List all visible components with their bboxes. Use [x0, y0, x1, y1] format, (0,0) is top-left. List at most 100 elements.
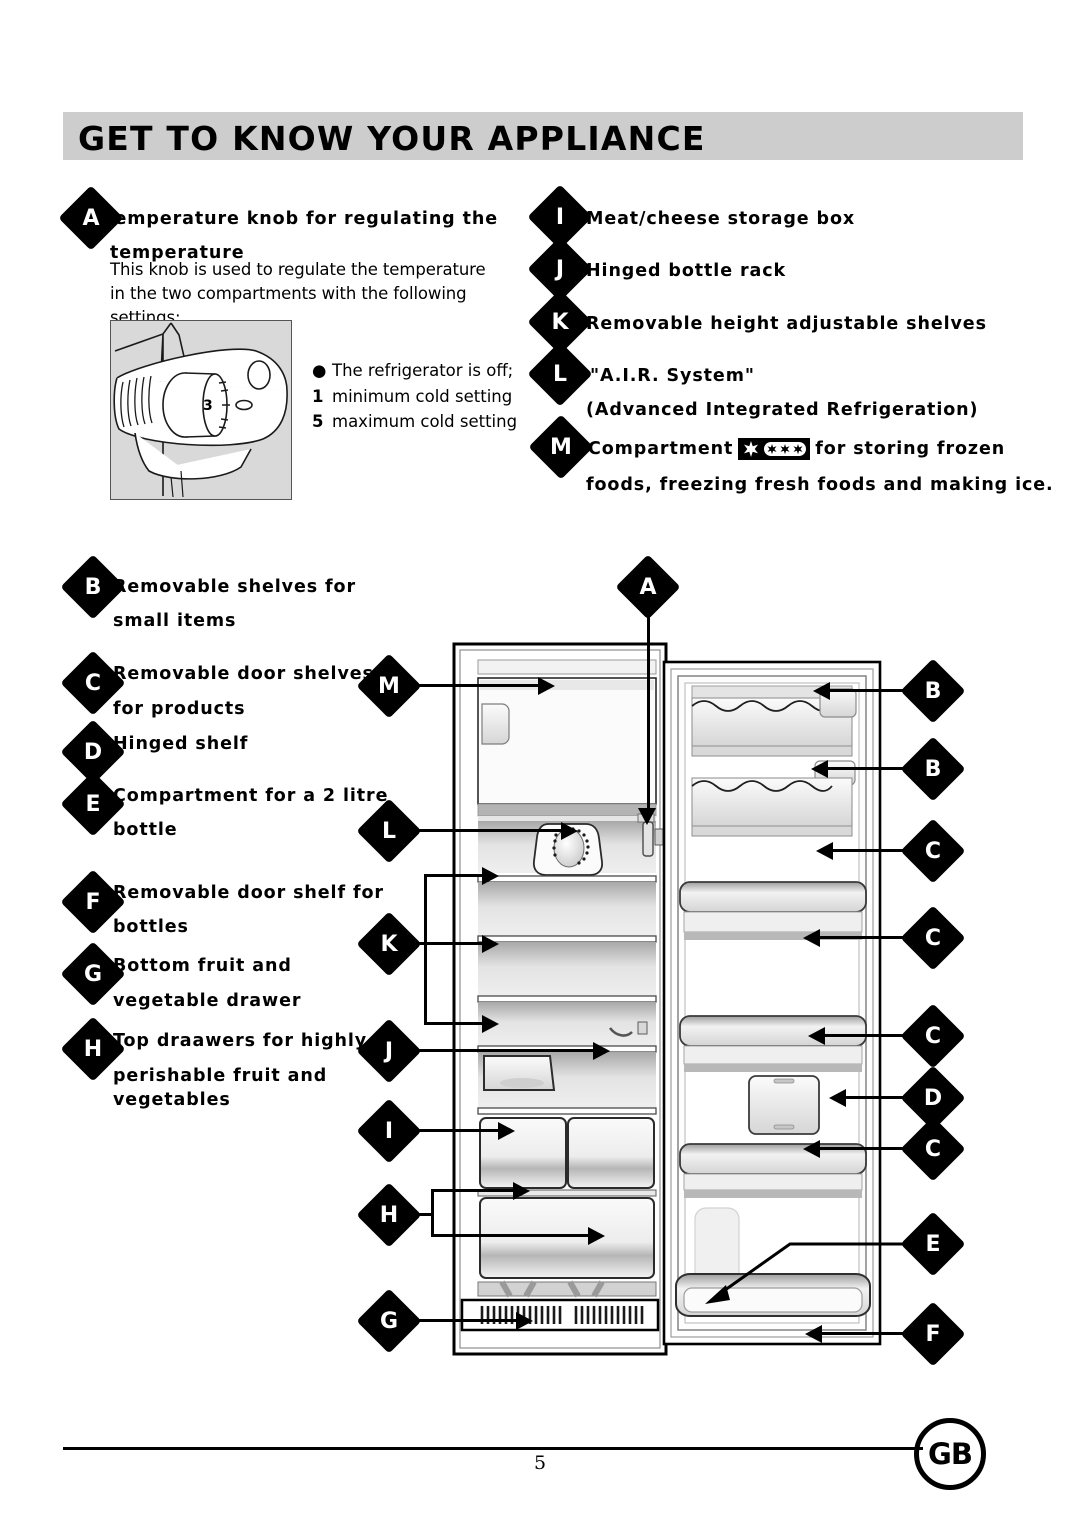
- leader-arrow-i: [498, 1122, 515, 1140]
- legend-marker-j: J: [527, 236, 593, 302]
- callout-marker-i: I: [356, 1098, 422, 1164]
- callout-letter: D: [923, 1085, 943, 1111]
- legend-label-m-pre: Compartment: [588, 439, 734, 459]
- legend-marker-letter: M: [550, 434, 572, 460]
- leader-line-c2: [820, 936, 912, 939]
- legend-label-l: "A.I.R. System": [590, 366, 755, 386]
- callout-letter: L: [381, 818, 397, 844]
- leader-line-a: [647, 610, 650, 810]
- legend-label-f: Removable door shelf for: [113, 883, 384, 903]
- leader-line-m: [410, 684, 540, 687]
- callout-letter: A: [639, 574, 657, 600]
- callout-marker-m: M: [356, 653, 422, 719]
- leader-arrow-h2: [588, 1227, 605, 1245]
- setting-mark: ●: [312, 361, 327, 380]
- footer-rule: [63, 1447, 923, 1450]
- legend-marker-e: E: [60, 771, 126, 837]
- leader-arrow-j: [593, 1042, 610, 1060]
- legend-marker-letter: K: [551, 309, 569, 335]
- legend-marker-letter: E: [85, 791, 101, 817]
- legend-marker-letter: H: [83, 1036, 103, 1062]
- legend-label-l-cont: (Advanced Integrated Refrigeration): [586, 400, 979, 420]
- legend-marker-b: B: [60, 554, 126, 620]
- leader-line-j: [410, 1049, 595, 1052]
- legend-label-g: Bottom fruit and: [113, 956, 292, 976]
- leader-arrow-m: [538, 677, 555, 695]
- legend-marker-m: M: [528, 414, 594, 480]
- leader-arrow-c2: [803, 929, 820, 947]
- legend-label-k: Removable height adjustable shelves: [586, 314, 987, 334]
- legend-marker-letter: J: [555, 256, 565, 282]
- legend-marker-h: H: [60, 1016, 126, 1082]
- leader-line-g: [410, 1319, 518, 1322]
- setting-text: maximum cold setting: [332, 412, 518, 431]
- setting-mark: 1: [312, 386, 324, 406]
- leader-arrow-c4: [803, 1140, 820, 1158]
- setting-text: The refrigerator is off;: [332, 361, 514, 380]
- legend-label-m-post: for storing frozen: [815, 439, 1006, 459]
- callout-letter: H: [379, 1202, 399, 1228]
- callout-marker-e: E: [900, 1211, 966, 1277]
- callout-marker-f: F: [900, 1301, 966, 1367]
- callout-marker-c4: C: [900, 1116, 966, 1182]
- legend-label-h: Top draawers for highly: [113, 1031, 368, 1051]
- leader-line-i: [410, 1129, 500, 1132]
- legend-marker-letter: B: [84, 574, 102, 600]
- legend-marker-letter: C: [84, 670, 102, 696]
- leader-arrow-h1: [513, 1182, 530, 1200]
- leader-arrow-b2: [811, 760, 828, 778]
- legend-marker-letter: G: [83, 961, 103, 987]
- callout-letter: F: [925, 1321, 941, 1347]
- callout-letter: C: [924, 925, 942, 951]
- legend-marker-k: K: [527, 289, 593, 355]
- leader-line-h-arm2: [431, 1234, 590, 1237]
- legend-marker-letter: A: [82, 205, 100, 231]
- leader-line-h-bracket: [431, 1189, 434, 1237]
- setting-mark: 5: [312, 412, 324, 431]
- callout-marker-b1: B: [900, 658, 966, 724]
- legend-label-c: Removable door shelves: [113, 664, 374, 684]
- leader-arrow-b1: [813, 682, 830, 700]
- leader-line-f: [822, 1332, 912, 1335]
- legend-marker-letter: F: [85, 889, 101, 915]
- callout-letter: M: [378, 673, 400, 699]
- leader-arrow-c1: [816, 842, 833, 860]
- callout-letter: B: [924, 678, 942, 704]
- legend-marker-c: C: [60, 650, 126, 716]
- callout-letter: I: [384, 1118, 394, 1144]
- callout-marker-c2: C: [900, 905, 966, 971]
- setting-text: minimum cold setting: [332, 386, 513, 406]
- page-title: GET TO KNOW YOUR APPLIANCE: [78, 119, 706, 158]
- callout-letter: K: [380, 931, 398, 957]
- legend-marker-letter: I: [555, 204, 565, 230]
- leader-line-c1: [833, 849, 912, 852]
- knob-setting-row: 1 minimum cold setting: [312, 384, 532, 410]
- legend-label-a: Temperature knob for regulating the: [104, 209, 498, 229]
- leader-arrow-f: [805, 1325, 822, 1343]
- legend-label-m: Compartment for storing frozen: [588, 432, 1005, 466]
- knob-settings-list: ● The refrigerator is off; 1 minimum cold …: [312, 358, 532, 435]
- legend-label-d: Hinged shelf: [113, 734, 249, 754]
- knob-dial-value: 3: [203, 398, 213, 414]
- callout-marker-c3: C: [900, 1003, 966, 1069]
- legend-marker-g: G: [60, 941, 126, 1007]
- legend-label-j: Hinged bottle rack: [586, 261, 787, 281]
- leader-line-e: [705, 1242, 912, 1304]
- callout-marker-b2: B: [900, 736, 966, 802]
- leader-arrow-c3: [808, 1027, 825, 1045]
- callout-marker-g: G: [356, 1288, 422, 1354]
- legend-label-i: Meat/cheese storage box: [586, 209, 856, 229]
- leader-arrow-a: [638, 808, 656, 825]
- leader-arrow-g: [516, 1312, 533, 1330]
- legend-label-f-cont: bottles: [113, 917, 189, 937]
- callout-marker-a: A: [615, 554, 681, 620]
- leader-arrow-k2: [482, 935, 499, 953]
- leader-line-h-arm1: [431, 1189, 515, 1192]
- leader-arrow-k3: [482, 1015, 499, 1033]
- legend-label-e: Compartment for a 2 litre: [113, 786, 389, 806]
- legend-marker-letter: L: [552, 361, 568, 387]
- legend-label-b-cont: small items: [113, 611, 237, 631]
- leader-line-k-arm3: [424, 1022, 484, 1025]
- knob-setting-row: ● The refrigerator is off;: [312, 358, 532, 384]
- legend-label-b: Removable shelves for: [113, 577, 356, 597]
